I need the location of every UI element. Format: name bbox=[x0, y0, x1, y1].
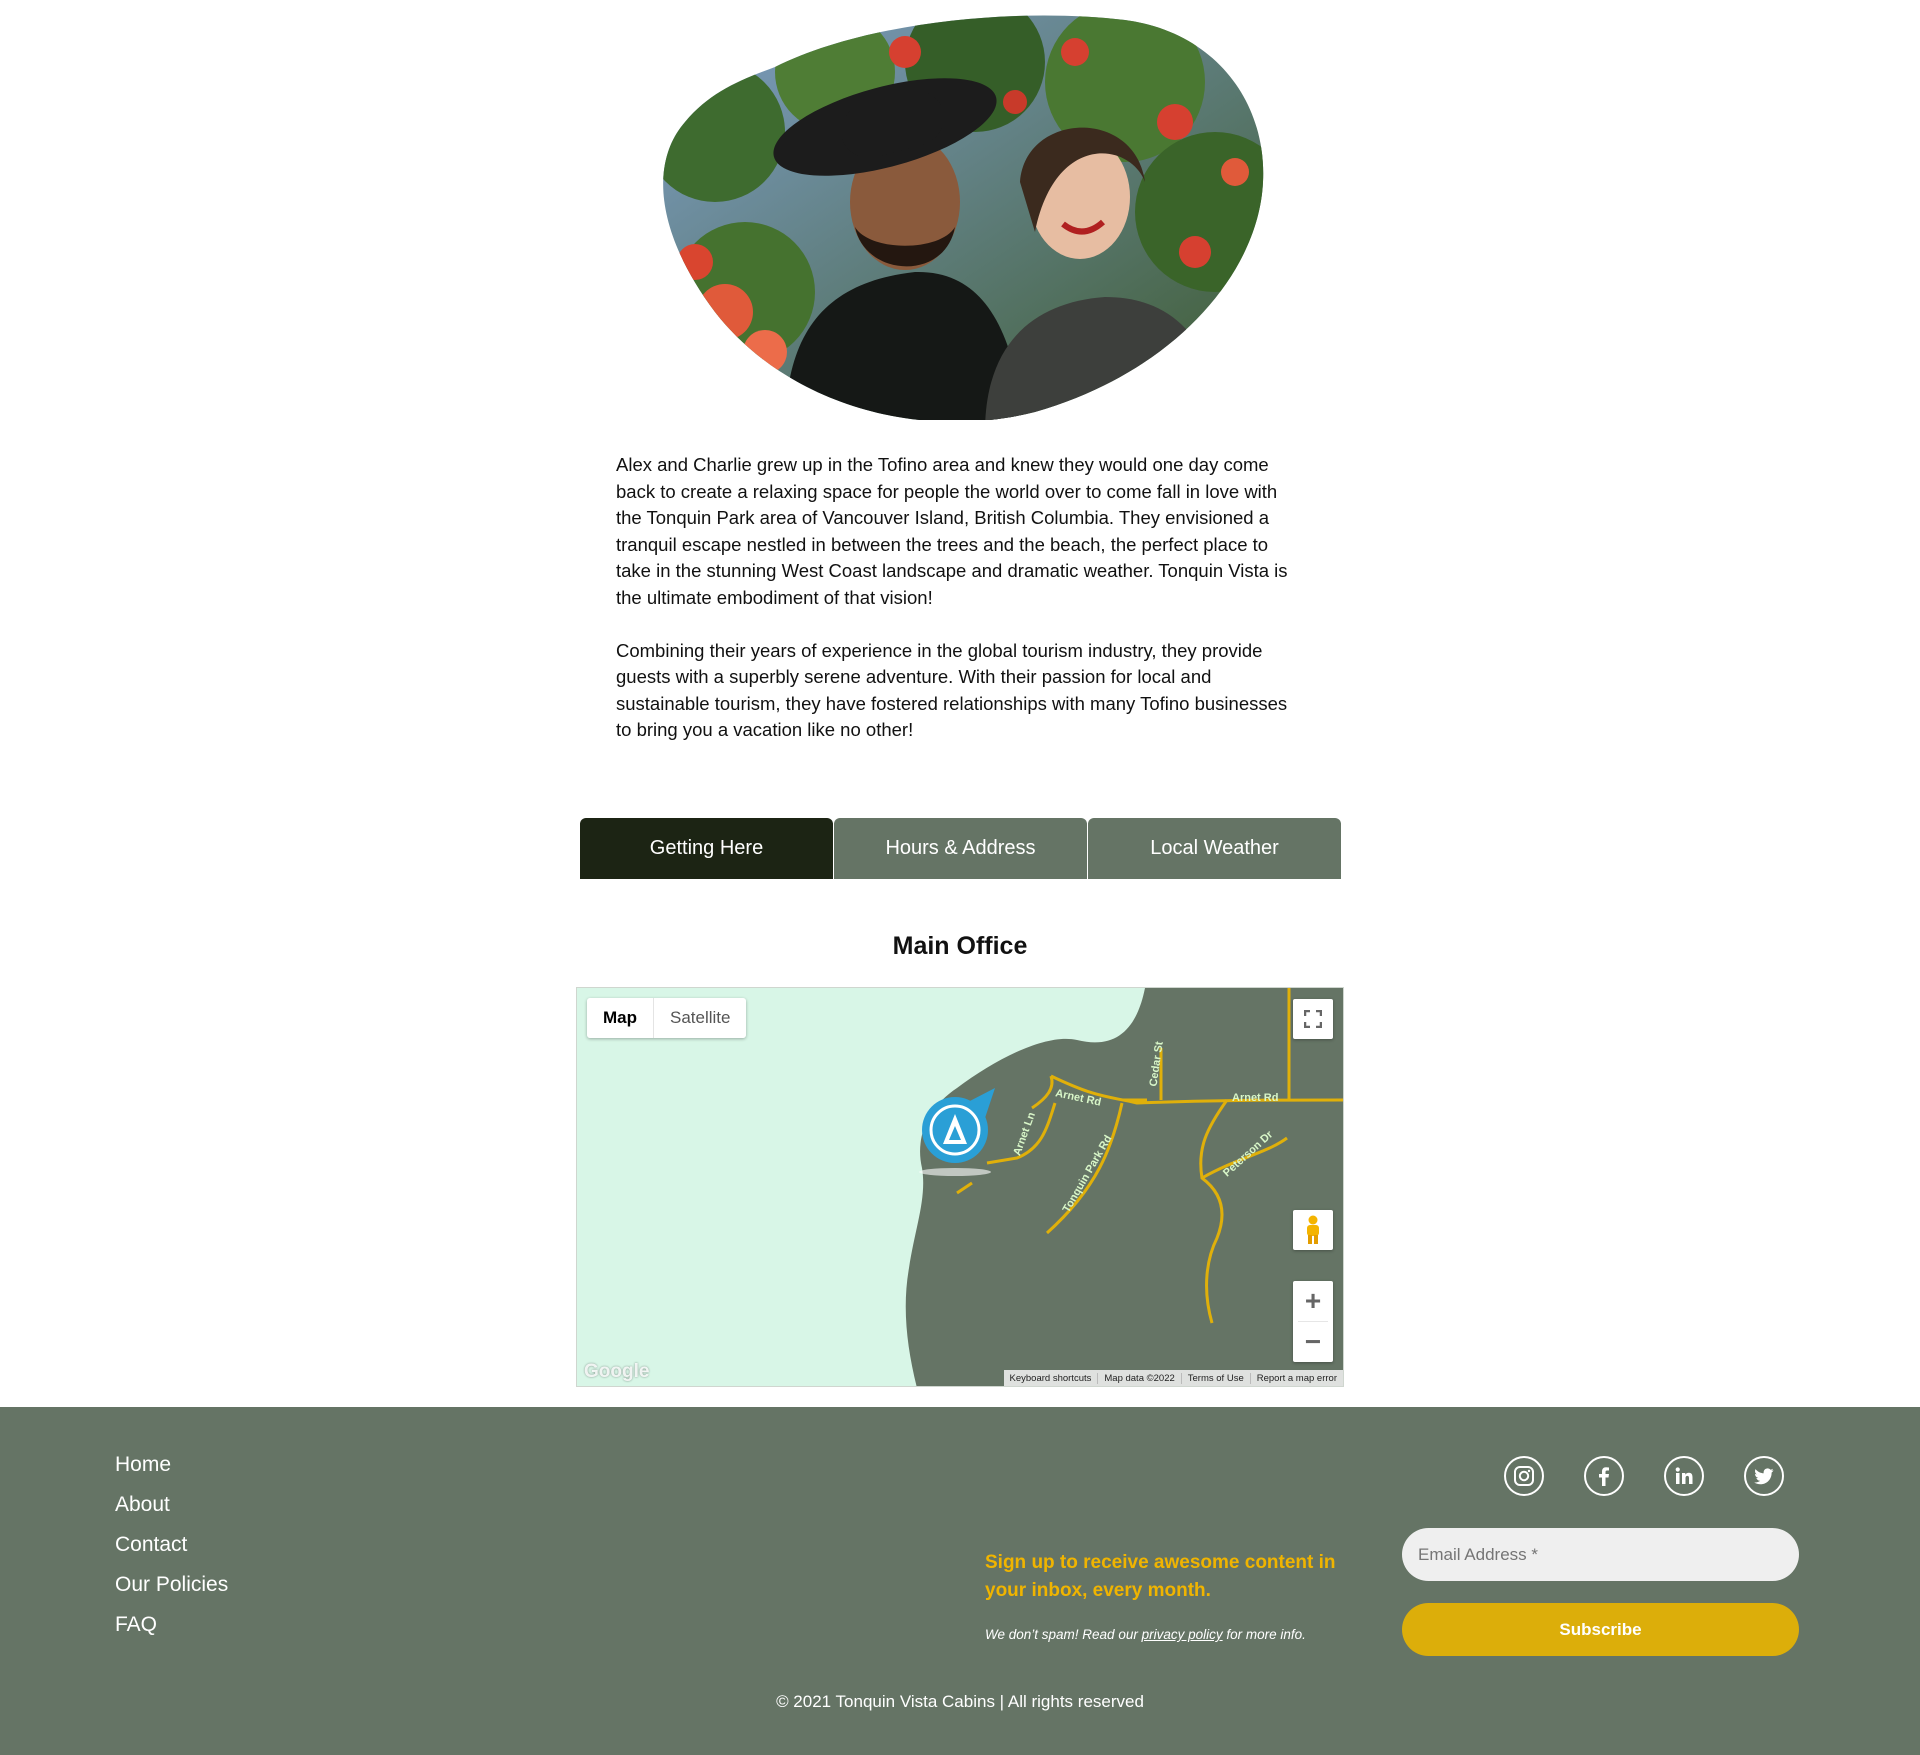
section-title: Main Office bbox=[892, 932, 1028, 960]
fullscreen-button[interactable] bbox=[1293, 999, 1333, 1039]
map-type-control: Map Satellite bbox=[587, 998, 747, 1038]
no-spam-text-after: for more info. bbox=[1222, 1627, 1306, 1642]
street-view-pegman-button[interactable] bbox=[1293, 1210, 1333, 1250]
fullscreen-icon bbox=[1304, 1010, 1322, 1028]
zoom-in-button[interactable]: + bbox=[1293, 1281, 1333, 1321]
report-map-error-link[interactable]: Report a map error bbox=[1249, 1372, 1343, 1384]
terms-of-use-link[interactable]: Terms of Use bbox=[1180, 1372, 1250, 1384]
facebook-icon bbox=[1599, 1467, 1609, 1486]
linkedin-icon bbox=[1675, 1467, 1693, 1484]
subscribe-button[interactable]: Subscribe bbox=[1402, 1603, 1799, 1656]
site-footer: Home About Contact Our Policies FAQ Sign… bbox=[0, 1407, 1920, 1755]
footer-link-contact[interactable]: Contact bbox=[115, 1533, 228, 1573]
tab-local-weather[interactable]: Local Weather bbox=[1088, 818, 1341, 879]
keyboard-shortcuts-link[interactable]: Keyboard shortcuts bbox=[1004, 1373, 1098, 1384]
map-attribution: Keyboard shortcuts Map data ©2022 Terms … bbox=[1003, 1370, 1343, 1386]
footer-link-faq[interactable]: FAQ bbox=[115, 1613, 228, 1653]
social-links bbox=[1504, 1456, 1784, 1496]
instagram-icon bbox=[1514, 1466, 1534, 1486]
founders-bio: Alex and Charlie grew up in the Tofino a… bbox=[616, 452, 1306, 770]
tab-hours-address[interactable]: Hours & Address bbox=[834, 818, 1087, 879]
zoom-out-button[interactable]: − bbox=[1293, 1322, 1333, 1362]
copyright-text: © 2021 Tonquin Vista Cabins | All rights… bbox=[776, 1692, 1144, 1711]
location-marker-icon[interactable] bbox=[917, 1088, 1007, 1178]
tab-getting-here[interactable]: Getting Here bbox=[580, 818, 833, 879]
info-tabs: Getting Here Hours & Address Local Weath… bbox=[580, 818, 1341, 879]
location-map[interactable]: Arnet Rd Arnet Rd Cedar St Arnet Ln Tonq… bbox=[576, 987, 1344, 1387]
email-field[interactable] bbox=[1402, 1528, 1799, 1581]
linkedin-link[interactable] bbox=[1664, 1456, 1704, 1496]
bio-paragraph-2: Combining their years of experience in t… bbox=[616, 639, 1288, 741]
map-type-map-button[interactable]: Map bbox=[587, 998, 654, 1038]
map-canvas[interactable] bbox=[577, 988, 1344, 1387]
footer-link-home[interactable]: Home bbox=[115, 1453, 228, 1493]
footer-nav: Home About Contact Our Policies FAQ bbox=[115, 1453, 228, 1653]
no-spam-note: We don’t spam! Read our privacy policy f… bbox=[985, 1627, 1306, 1642]
pegman-icon bbox=[1307, 1215, 1319, 1244]
footer-link-about[interactable]: About bbox=[115, 1493, 228, 1533]
footer-link-our-policies[interactable]: Our Policies bbox=[115, 1573, 228, 1613]
founders-photo-blob bbox=[663, 15, 1264, 420]
zoom-control: + − bbox=[1293, 1281, 1333, 1362]
founders-photo bbox=[655, 12, 1265, 420]
twitter-link[interactable] bbox=[1744, 1456, 1784, 1496]
facebook-link[interactable] bbox=[1584, 1456, 1624, 1496]
bio-paragraph-1: Alex and Charlie grew up in the Tofino a… bbox=[616, 454, 1288, 608]
newsletter-signup-text: Sign up to receive awesome content in yo… bbox=[985, 1552, 1336, 1601]
privacy-policy-link[interactable]: privacy policy bbox=[1142, 1627, 1223, 1642]
google-logo: Google bbox=[584, 1361, 650, 1382]
map-data-text: Map data ©2022 bbox=[1097, 1372, 1180, 1384]
road-label-arnet-rd-east: Arnet Rd bbox=[1232, 1092, 1279, 1104]
twitter-icon bbox=[1754, 1468, 1774, 1485]
instagram-link[interactable] bbox=[1504, 1456, 1544, 1496]
map-type-satellite-button[interactable]: Satellite bbox=[654, 998, 747, 1038]
no-spam-text-before: We don’t spam! Read our bbox=[985, 1627, 1142, 1642]
